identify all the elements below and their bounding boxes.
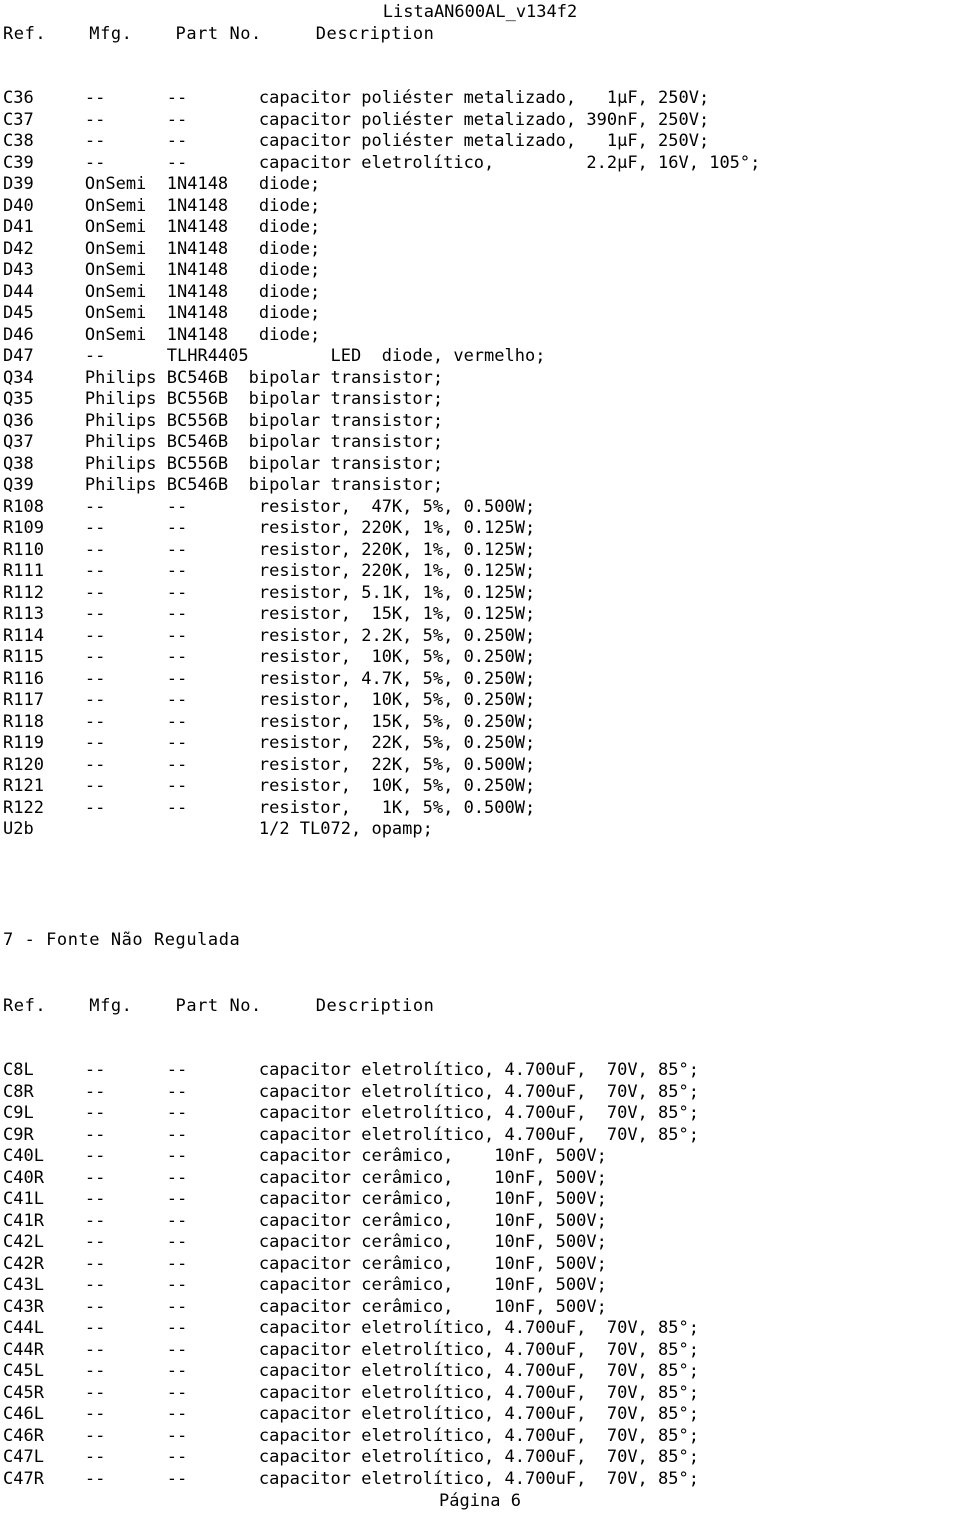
table-row: Q38 Philips BC556B bipolar transistor; xyxy=(3,453,444,474)
table-row: C40R -- -- capacitor cerâmico, 10nF, 500… xyxy=(3,1167,607,1188)
table-row: Q36 Philips BC556B bipolar transistor; xyxy=(3,410,444,431)
table-row: C42L -- -- capacitor cerâmico, 10nF, 500… xyxy=(3,1232,607,1252)
table-row: U2b 1/2 TL072, opamp; xyxy=(3,819,433,839)
table-row: C45L -- -- capacitor eletrolítico, 4.700… xyxy=(3,1361,699,1381)
table-row: D44 OnSemi 1N4148 diode; xyxy=(3,281,321,302)
table-row: D43 OnSemi 1N4148 diode; xyxy=(3,260,321,280)
table-row: C39 -- -- capacitor eletrolítico, 2.2µF,… xyxy=(3,152,761,173)
table-row: R119 -- -- resistor, 22K, 5%, 0.250W; xyxy=(3,733,536,753)
table-row: D45 OnSemi 1N4148 diode; xyxy=(3,303,321,323)
table-row: R118 -- -- resistor, 15K, 5%, 0.250W; xyxy=(3,711,536,732)
table-row: Q37 Philips BC546B bipolar transistor; xyxy=(3,432,444,452)
table-row: C9R -- -- capacitor eletrolítico, 4.700u… xyxy=(3,1124,699,1145)
column-header-row-bottom: Ref. Mfg. Part No. Description xyxy=(3,996,435,1016)
table-row: R111 -- -- resistor, 220K, 1%, 0.125W; xyxy=(3,561,536,581)
table-row: C41L -- -- capacitor cerâmico, 10nF, 500… xyxy=(3,1189,607,1209)
table-row: C46L -- -- capacitor eletrolítico, 4.700… xyxy=(3,1404,699,1424)
table-row: C47R -- -- capacitor eletrolítico, 4.700… xyxy=(3,1468,699,1489)
table-row: R109 -- -- resistor, 220K, 1%, 0.125W; xyxy=(3,518,536,538)
table-row: C38 -- -- capacitor poliéster metalizado… xyxy=(3,131,710,151)
table-row: R110 -- -- resistor, 220K, 1%, 0.125W; xyxy=(3,539,536,560)
table-row: C43L -- -- capacitor cerâmico, 10nF, 500… xyxy=(3,1275,607,1295)
table-row: D39 OnSemi 1N4148 diode; xyxy=(3,174,321,194)
table-row: C46R -- -- capacitor eletrolítico, 4.700… xyxy=(3,1425,699,1446)
table-row: Q39 Philips BC546B bipolar transistor; xyxy=(3,475,444,495)
column-header-row-top: Ref. Mfg. Part No. Description xyxy=(3,24,435,44)
table-row: D47 -- TLHR4405 LED diode, vermelho; xyxy=(3,346,546,366)
table-row: D42 OnSemi 1N4148 diode; xyxy=(3,238,321,259)
page-footer: Página 6 xyxy=(439,1491,521,1511)
table-row: C44R -- -- capacitor eletrolítico, 4.700… xyxy=(3,1339,699,1360)
table-row: C43R -- -- capacitor cerâmico, 10nF, 500… xyxy=(3,1296,607,1317)
table-row: R114 -- -- resistor, 2.2K, 5%, 0.250W; xyxy=(3,625,536,646)
table-row: R108 -- -- resistor, 47K, 5%, 0.500W; xyxy=(3,496,536,517)
table-row: D41 OnSemi 1N4148 diode; xyxy=(3,217,321,237)
table-row: R115 -- -- resistor, 10K, 5%, 0.250W; xyxy=(3,647,536,667)
table-row: C8L -- -- capacitor eletrolítico, 4.700u… xyxy=(3,1060,699,1080)
section-heading-fonte-nao-regulada: 7 - Fonte Não Regulada xyxy=(3,930,241,950)
document-title: ListaAN600AL_v134f2 xyxy=(382,2,578,22)
table-row: R122 -- -- resistor, 1K, 5%, 0.500W; xyxy=(3,797,536,818)
table-row: D40 OnSemi 1N4148 diode; xyxy=(3,195,321,216)
table-row: R112 -- -- resistor, 5.1K, 1%, 0.125W; xyxy=(3,582,536,603)
document-page: ListaAN600AL_v134f2 Ref. Mfg. Part No. D… xyxy=(0,0,960,1521)
table-row: R113 -- -- resistor, 15K, 1%, 0.125W; xyxy=(3,604,536,624)
table-row: R121 -- -- resistor, 10K, 5%, 0.250W; xyxy=(3,776,536,796)
table-row: C45R -- -- capacitor eletrolítico, 4.700… xyxy=(3,1382,699,1403)
table-row: C8R -- -- capacitor eletrolítico, 4.700u… xyxy=(3,1081,699,1102)
table-row: C47L -- -- capacitor eletrolítico, 4.700… xyxy=(3,1447,699,1467)
table-row: D46 OnSemi 1N4148 diode; xyxy=(3,324,321,345)
table-row: C9L -- -- capacitor eletrolítico, 4.700u… xyxy=(3,1103,699,1123)
table-row: Q34 Philips BC546B bipolar transistor; xyxy=(3,367,444,388)
parts-table-section-1: C36 -- -- capacitor poliéster metalizado… xyxy=(3,88,760,841)
table-row: C42R -- -- capacitor cerâmico, 10nF, 500… xyxy=(3,1253,607,1274)
table-row: Q35 Philips BC556B bipolar transistor; xyxy=(3,389,444,409)
table-row: R116 -- -- resistor, 4.7K, 5%, 0.250W; xyxy=(3,668,536,689)
parts-table-section-2: C8L -- -- capacitor eletrolítico, 4.700u… xyxy=(3,1060,699,1490)
table-row: C37 -- -- capacitor poliéster metalizado… xyxy=(3,109,710,130)
table-row: C44L -- -- capacitor eletrolítico, 4.700… xyxy=(3,1318,699,1338)
table-row: C36 -- -- capacitor poliéster metalizado… xyxy=(3,88,710,108)
table-row: C41R -- -- capacitor cerâmico, 10nF, 500… xyxy=(3,1210,607,1231)
table-row: R117 -- -- resistor, 10K, 5%, 0.250W; xyxy=(3,690,536,710)
table-row: R120 -- -- resistor, 22K, 5%, 0.500W; xyxy=(3,754,536,775)
table-row: C40L -- -- capacitor cerâmico, 10nF, 500… xyxy=(3,1146,607,1166)
